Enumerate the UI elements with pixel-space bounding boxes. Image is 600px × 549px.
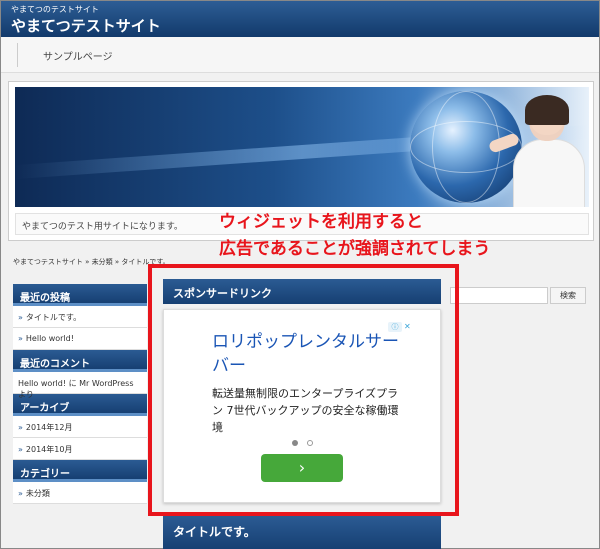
site-header: やまてつのテストサイト やまてつテストサイト bbox=[1, 1, 599, 37]
post-title: タイトルです。 bbox=[163, 516, 441, 549]
operator-hair bbox=[525, 95, 569, 125]
category-link[interactable]: 未分類 bbox=[13, 482, 147, 504]
global-nav: サンプルページ bbox=[1, 37, 599, 73]
breadcrumb[interactable]: やまてつテストサイト » 未分類 » タイトルです。 bbox=[13, 257, 170, 267]
annotation-line-1: ウィジェットを利用すると bbox=[219, 212, 423, 232]
recent-comment-link[interactable]: Hello world! に Mr WordPress より bbox=[13, 372, 147, 399]
sidebar: 最近の投稿 タイトルです。 Hello world! 最近のコメント Hello… bbox=[13, 284, 147, 504]
annotation-text: ウィジェットを利用すると 広告であることが強調されてしまう bbox=[219, 209, 490, 263]
archive-link[interactable]: 2014年12月 bbox=[13, 416, 147, 438]
site-title[interactable]: やまてつテストサイト bbox=[11, 15, 161, 36]
hero-banner bbox=[15, 87, 589, 207]
site-subtitle: やまてつのテストサイト bbox=[11, 5, 99, 14]
recent-post-link[interactable]: Hello world! bbox=[13, 328, 147, 350]
widget-title-categories: カテゴリー bbox=[13, 460, 147, 482]
annotation-line-2: 広告であることが強調されてしまう bbox=[219, 239, 491, 259]
recent-post-link[interactable]: タイトルです。 bbox=[13, 306, 147, 328]
nav-divider bbox=[17, 43, 18, 67]
annotation-highlight-box bbox=[148, 264, 459, 516]
nav-item-sample-page[interactable]: サンプルページ bbox=[43, 48, 113, 63]
widget-title-recent-posts: 最近の投稿 bbox=[13, 284, 147, 306]
operator-image bbox=[487, 95, 589, 207]
search-button[interactable]: 検索 bbox=[550, 287, 586, 304]
search-input[interactable] bbox=[450, 287, 548, 304]
widget-title-recent-comments: 最近のコメント bbox=[13, 350, 147, 372]
archive-link[interactable]: 2014年10月 bbox=[13, 438, 147, 460]
operator-body bbox=[513, 139, 585, 207]
page-frame: やまてつのテストサイト やまてつテストサイト サンプルページ やまてつのテスト用… bbox=[0, 0, 600, 549]
